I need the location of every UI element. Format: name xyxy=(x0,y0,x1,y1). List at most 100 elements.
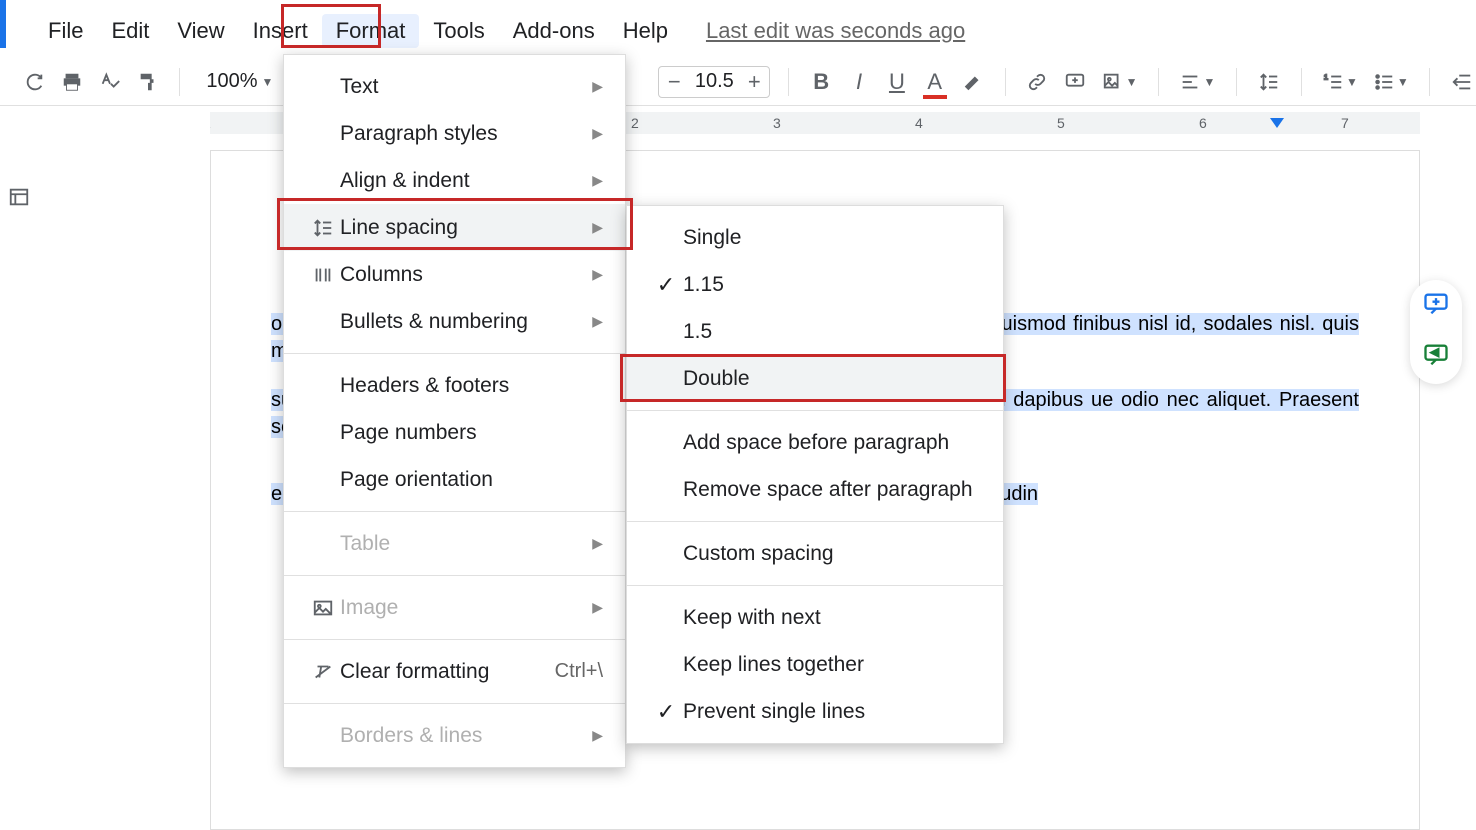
format-headers-footers[interactable]: Headers & footers xyxy=(284,362,625,409)
caret-down-icon: ▼ xyxy=(1397,75,1409,89)
format-columns[interactable]: Columns ▶ xyxy=(284,251,625,298)
spacing-prevent-single[interactable]: ✓Prevent single lines xyxy=(627,688,1003,735)
format-line-spacing[interactable]: Line spacing▶ xyxy=(284,204,625,251)
spacing-custom-label: Custom spacing xyxy=(683,542,834,566)
menu-addons[interactable]: Add-ons xyxy=(499,14,609,48)
chevron-right-icon: ▶ xyxy=(592,727,603,744)
format-table: Table ▶ xyxy=(284,520,625,567)
italic-button[interactable]: I xyxy=(845,67,873,97)
align-button[interactable]: ▼ xyxy=(1177,67,1218,97)
format-page-numbers[interactable]: Page numbers xyxy=(284,409,625,456)
chevron-right-icon: ▶ xyxy=(592,535,603,552)
menu-file[interactable]: File xyxy=(34,14,97,48)
clear-formatting-shortcut: Ctrl+\ xyxy=(555,660,603,683)
zoom-value: 100% xyxy=(206,70,257,93)
caret-down-icon: ▼ xyxy=(262,75,274,89)
format-align-indent[interactable]: Align & indent ▶ xyxy=(284,157,625,204)
menu-format[interactable]: Format xyxy=(322,14,420,48)
ruler-tick-5: 5 xyxy=(1057,115,1065,131)
bullet-list-button[interactable]: ▼ xyxy=(1370,67,1411,97)
toolbar: 100% ▼ − + B I U A ▼ ▼ 1▼ ▼ xyxy=(0,58,1476,106)
chevron-right-icon: ▶ xyxy=(592,266,603,283)
zoom-select[interactable]: 100% ▼ xyxy=(206,70,273,93)
check-icon: ✓ xyxy=(649,272,683,298)
outline-toggle-icon[interactable] xyxy=(8,186,30,208)
spacing-115[interactable]: ✓1.15 xyxy=(627,261,1003,308)
spacing-15[interactable]: 1.5 xyxy=(627,308,1003,355)
underline-button[interactable]: U xyxy=(883,67,911,97)
spellcheck-button[interactable] xyxy=(96,67,124,97)
spacing-15-label: 1.5 xyxy=(683,320,712,344)
format-text-label: Text xyxy=(340,75,379,99)
format-table-label: Table xyxy=(340,532,390,556)
format-paragraph-styles[interactable]: Paragraph styles▶ xyxy=(284,110,625,157)
format-columns-label: Columns xyxy=(340,263,423,287)
format-borders-lines-label: Borders & lines xyxy=(340,724,482,748)
columns-icon xyxy=(306,264,340,286)
format-image-label: Image xyxy=(340,596,398,620)
caret-down-icon: ▼ xyxy=(1203,75,1215,89)
text-color-button[interactable]: A xyxy=(921,67,949,97)
format-text[interactable]: Text ▶ xyxy=(284,63,625,110)
format-clear-formatting-label: Clear formatting xyxy=(340,660,489,684)
format-page-numbers-label: Page numbers xyxy=(340,421,477,445)
chevron-right-icon: ▶ xyxy=(592,313,603,330)
docs-brand-stripe xyxy=(0,0,6,48)
chevron-right-icon: ▶ xyxy=(592,599,603,616)
line-spacing-icon xyxy=(306,217,340,239)
format-page-orientation[interactable]: Page orientation xyxy=(284,456,625,503)
spacing-keep-next-label: Keep with next xyxy=(683,606,821,630)
bold-button[interactable]: B xyxy=(807,67,835,97)
redo-button[interactable] xyxy=(20,67,48,97)
font-size-input[interactable] xyxy=(689,70,739,93)
insert-image-button[interactable]: ▼ xyxy=(1099,67,1140,97)
checklist-button[interactable]: 1▼ xyxy=(1320,67,1361,97)
spacing-single[interactable]: Single xyxy=(627,214,1003,261)
right-indent-marker[interactable] xyxy=(1270,118,1284,128)
spacing-prevent-single-label: Prevent single lines xyxy=(683,700,865,724)
ruler-tick-4: 4 xyxy=(915,115,923,131)
menubar: File Edit View Insert Format Tools Add-o… xyxy=(34,14,979,48)
highlight-button[interactable] xyxy=(959,67,987,97)
format-bullets-numbering[interactable]: Bullets & numbering▶ xyxy=(284,298,625,345)
add-comment-button[interactable] xyxy=(1061,67,1089,97)
ruler-tick-1: 1 xyxy=(210,115,211,131)
spacing-custom[interactable]: Custom spacing xyxy=(627,530,1003,577)
line-spacing-toolbar-button[interactable] xyxy=(1255,67,1283,97)
suggest-edits-floating[interactable] xyxy=(1422,341,1450,374)
menu-insert[interactable]: Insert xyxy=(239,14,322,48)
ruler-tick-6: 6 xyxy=(1199,115,1207,131)
font-size-increase[interactable]: + xyxy=(739,69,769,95)
menu-tools[interactable]: Tools xyxy=(419,14,498,48)
menu-view[interactable]: View xyxy=(163,14,238,48)
floating-actions xyxy=(1410,280,1462,384)
spacing-add-before-label: Add space before paragraph xyxy=(683,431,949,455)
format-align-indent-label: Align & indent xyxy=(340,169,470,193)
spacing-double[interactable]: Double xyxy=(627,355,1003,402)
spacing-keep-together-label: Keep lines together xyxy=(683,653,864,677)
last-edit-link[interactable]: Last edit was seconds ago xyxy=(692,14,979,48)
font-size-decrease[interactable]: − xyxy=(659,69,689,95)
ruler-tick-2: 2 xyxy=(631,115,639,131)
chevron-right-icon: ▶ xyxy=(592,172,603,189)
clear-format-icon xyxy=(306,661,340,683)
svg-text:1: 1 xyxy=(1324,72,1328,81)
image-icon xyxy=(306,597,340,619)
paint-format-button[interactable] xyxy=(134,67,162,97)
print-button[interactable] xyxy=(58,67,86,97)
spacing-115-label: 1.15 xyxy=(683,273,724,297)
chevron-right-icon: ▶ xyxy=(592,78,603,95)
format-clear-formatting[interactable]: Clear formatting Ctrl+\ xyxy=(284,648,625,695)
check-icon: ✓ xyxy=(649,699,683,725)
spacing-keep-next[interactable]: Keep with next xyxy=(627,594,1003,641)
add-comment-floating[interactable] xyxy=(1422,290,1450,323)
outdent-button[interactable] xyxy=(1448,67,1476,97)
spacing-remove-after[interactable]: Remove space after paragraph xyxy=(627,466,1003,513)
insert-link-button[interactable] xyxy=(1023,67,1051,97)
chevron-right-icon: ▶ xyxy=(592,219,603,236)
format-borders-lines: Borders & lines ▶ xyxy=(284,712,625,759)
spacing-keep-together[interactable]: Keep lines together xyxy=(627,641,1003,688)
menu-help[interactable]: Help xyxy=(609,14,682,48)
menu-edit[interactable]: Edit xyxy=(97,14,163,48)
spacing-add-before[interactable]: Add space before paragraph xyxy=(627,419,1003,466)
